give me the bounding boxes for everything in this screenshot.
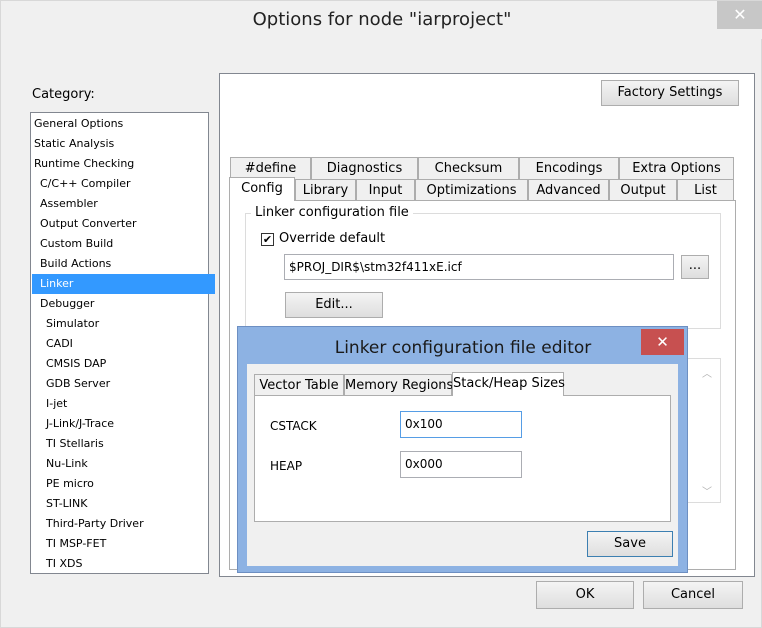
category-item-third-party-driver[interactable]: Third-Party Driver <box>32 514 221 534</box>
tab-vector-table[interactable]: Vector Table <box>254 374 344 396</box>
category-item-i-jet[interactable]: I-jet <box>32 394 221 414</box>
category-item-runtime-checking[interactable]: Runtime Checking <box>32 154 209 174</box>
scroll-down-icon[interactable]: ﹀ <box>702 483 712 498</box>
linker-config-group-label: Linker configuration file <box>251 205 413 220</box>
category-item-ti-msp-fet[interactable]: TI MSP-FET <box>32 534 221 554</box>
category-label: Category: <box>32 87 95 102</box>
heap-input[interactable]: 0x000 <box>400 451 522 478</box>
options-window: Options for node "iarproject" ✕ Category… <box>0 0 762 628</box>
category-item-cmsis-dap[interactable]: CMSIS DAP <box>32 354 221 374</box>
linker-config-editor-dialog: Linker configuration file editor ✕ Vecto… <box>237 326 688 573</box>
linker-config-path-input[interactable]: $PROJ_DIR$\stm32f411xE.icf <box>284 254 674 280</box>
category-item-nu-link[interactable]: Nu-Link <box>32 454 221 474</box>
dialog-close-button[interactable]: ✕ <box>641 329 684 355</box>
category-item-simulator[interactable]: Simulator <box>32 314 221 334</box>
close-icon: ✕ <box>733 5 747 24</box>
tab-output[interactable]: Output <box>609 179 677 201</box>
category-item-output-converter[interactable]: Output Converter <box>32 214 215 234</box>
category-item-static-analysis[interactable]: Static Analysis <box>32 134 209 154</box>
tab-optimizations[interactable]: Optimizations <box>415 179 528 201</box>
stack-heap-page: CSTACK 0x100 HEAP 0x000 <box>254 395 671 522</box>
check-icon: ✔ <box>262 233 273 246</box>
dialog-body: Vector Table Memory Regions Stack/Heap S… <box>247 364 678 566</box>
tab-stack-heap-sizes[interactable]: Stack/Heap Sizes <box>452 372 565 396</box>
tab-list[interactable]: List <box>677 179 734 201</box>
ok-button[interactable]: OK <box>536 581 634 609</box>
category-item-gdb-server[interactable]: GDB Server <box>32 374 221 394</box>
category-item-pe-micro[interactable]: PE micro <box>32 474 221 494</box>
category-item-ti-stellaris[interactable]: TI Stellaris <box>32 434 221 454</box>
cstack-input[interactable]: 0x100 <box>400 411 522 438</box>
category-item-assembler[interactable]: Assembler <box>32 194 215 214</box>
dialog-title: Linker configuration file editor <box>334 338 592 358</box>
override-default-checkbox[interactable]: ✔ <box>261 233 274 246</box>
category-item-custom-build[interactable]: Custom Build <box>32 234 215 254</box>
title-bar[interactable]: Options for node "iarproject" ✕ <box>1 1 762 39</box>
category-list[interactable]: General Options Static Analysis Runtime … <box>30 112 215 574</box>
window-title: Options for node "iarproject" <box>252 9 512 30</box>
cstack-label: CSTACK <box>270 419 317 433</box>
tab-input[interactable]: Input <box>356 179 415 201</box>
tab-diagnostics[interactable]: Diagnostics <box>311 157 418 179</box>
override-default-label: Override default <box>279 231 386 246</box>
edit-button[interactable]: Edit... <box>285 292 383 318</box>
category-item-general-options[interactable]: General Options <box>32 114 209 134</box>
category-item-linker[interactable]: Linker <box>32 274 215 294</box>
save-button[interactable]: Save <box>587 531 673 557</box>
tab-define[interactable]: #define <box>230 157 311 179</box>
category-item-build-actions[interactable]: Build Actions <box>32 254 215 274</box>
category-item-c-cpp-compiler[interactable]: C/C++ Compiler <box>32 174 215 194</box>
tab-encodings[interactable]: Encodings <box>519 157 619 179</box>
cancel-button[interactable]: Cancel <box>643 581 743 609</box>
scroll-up-icon[interactable]: ︿ <box>702 365 712 380</box>
tab-checksum[interactable]: Checksum <box>418 157 519 179</box>
close-icon: ✕ <box>656 333 669 351</box>
category-item-jlink-jtrace[interactable]: J-Link/J-Trace <box>32 414 221 434</box>
factory-settings-button[interactable]: Factory Settings <box>601 80 739 106</box>
tab-library[interactable]: Library <box>295 179 356 201</box>
category-item-st-link[interactable]: ST-LINK <box>32 494 221 514</box>
heap-label: HEAP <box>270 459 303 473</box>
category-item-cadi[interactable]: CADI <box>32 334 221 354</box>
category-item-ti-xds[interactable]: TI XDS <box>32 554 221 574</box>
category-item-debugger[interactable]: Debugger <box>32 294 215 314</box>
window-close-button[interactable]: ✕ <box>717 1 762 29</box>
tab-extra-options[interactable]: Extra Options <box>619 157 734 179</box>
tab-memory-regions[interactable]: Memory Regions <box>344 374 453 396</box>
tab-config[interactable]: Config <box>229 177 295 201</box>
tab-advanced[interactable]: Advanced <box>528 179 609 201</box>
browse-button[interactable]: ... <box>681 255 709 279</box>
